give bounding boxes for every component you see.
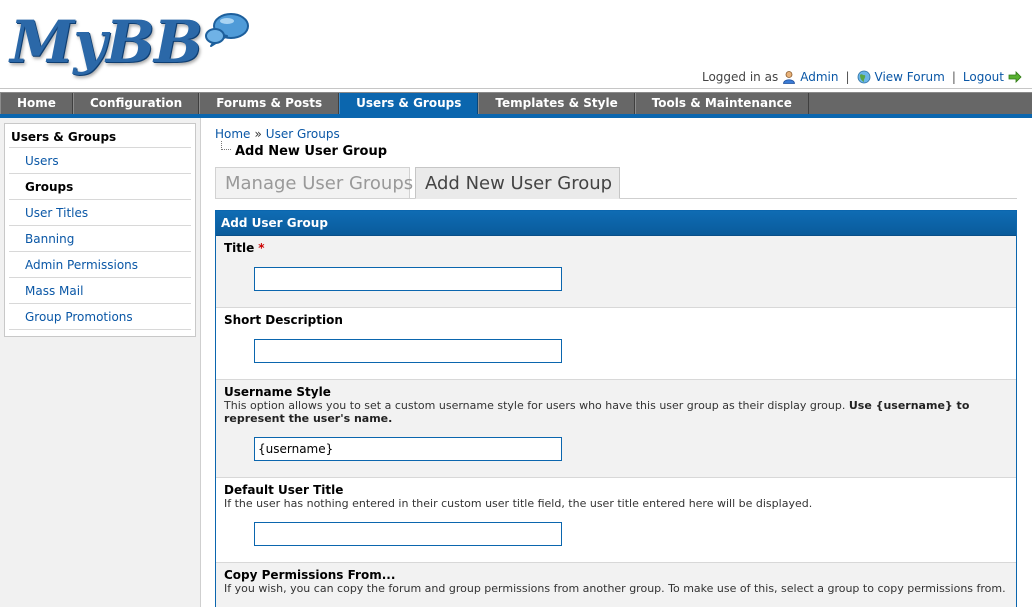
default-user-title-input[interactable] bbox=[254, 522, 562, 546]
admin-user-link[interactable]: Admin bbox=[800, 70, 838, 84]
title-input[interactable] bbox=[254, 267, 562, 291]
header-divider bbox=[0, 88, 1032, 89]
breadcrumb-home-link[interactable]: Home bbox=[215, 127, 250, 141]
sidebar-item-mass-mail[interactable]: Mass Mail bbox=[9, 278, 191, 304]
sidebar-item-admin-permissions[interactable]: Admin Permissions bbox=[9, 252, 191, 278]
form-row-copy-permissions: Copy Permissions From... If you wish, yo… bbox=[216, 563, 1016, 607]
main-content: Home » User Groups Add New User Group Mana… bbox=[215, 118, 1032, 607]
default-user-title-label: Default User Title bbox=[224, 483, 344, 497]
nav-tab-users-groups[interactable]: Users & Groups bbox=[339, 93, 479, 114]
sidebar-item-users[interactable]: Users bbox=[9, 148, 191, 174]
required-mark: * bbox=[258, 241, 265, 255]
logged-in-label: Logged in as bbox=[701, 70, 779, 84]
user-bar: Logged in as Admin | View Forum | Logout bbox=[702, 69, 1022, 85]
username-style-input[interactable] bbox=[254, 437, 562, 461]
separator: | bbox=[845, 70, 850, 84]
nav-tab-configuration[interactable]: Configuration bbox=[72, 93, 200, 114]
nav-tab-tools-maintenance[interactable]: Tools & Maintenance bbox=[634, 93, 809, 114]
sidebar: Users & Groups Users Groups User Titles … bbox=[0, 118, 201, 607]
form-row-short-description: Short Description bbox=[216, 308, 1016, 380]
short-description-input[interactable] bbox=[254, 339, 562, 363]
page-title-text: Add New User Group bbox=[235, 144, 388, 159]
user-icon bbox=[782, 70, 796, 84]
sidebar-item-group-promotions[interactable]: Group Promotions bbox=[9, 304, 191, 330]
sidebar-menu: Users & Groups Users Groups User Titles … bbox=[4, 123, 196, 337]
page-title: Add New User Group bbox=[221, 141, 387, 159]
globe-icon bbox=[857, 70, 871, 84]
default-user-title-description: If the user has nothing entered in their… bbox=[224, 497, 813, 510]
copy-permissions-label: Copy Permissions From... bbox=[224, 568, 396, 582]
sidebar-item-banning[interactable]: Banning bbox=[9, 226, 191, 252]
form-row-title: Title * bbox=[216, 236, 1016, 308]
nav-tab-home[interactable]: Home bbox=[0, 93, 73, 114]
title-label-text: Title bbox=[224, 241, 255, 255]
logo-text: MyBB bbox=[10, 8, 203, 76]
arrow-right-icon bbox=[1008, 70, 1022, 84]
title-label: Title * bbox=[224, 241, 1008, 255]
username-style-description: This option allows you to set a custom u… bbox=[224, 399, 1008, 425]
short-description-label: Short Description bbox=[224, 313, 343, 327]
form-row-default-user-title: Default User Title If the user has nothi… bbox=[216, 478, 1016, 563]
main-nav: Home Configuration Forums & Posts Users … bbox=[0, 92, 1032, 114]
separator: | bbox=[951, 70, 956, 84]
breadcrumb-user-groups-link[interactable]: User Groups bbox=[266, 127, 340, 141]
username-style-desc-text: This option allows you to set a custom u… bbox=[224, 399, 846, 412]
mybb-logo[interactable]: MyBB bbox=[8, 6, 249, 82]
username-style-label: Username Style bbox=[224, 385, 331, 399]
tab-add-new-user-group[interactable]: Add New User Group bbox=[415, 167, 620, 199]
view-forum-link[interactable]: View Forum bbox=[875, 70, 945, 84]
subtabs: Manage User Groups Add New User Group bbox=[215, 167, 1017, 199]
nav-tab-templates-style[interactable]: Templates & Style bbox=[478, 93, 635, 114]
sidebar-item-user-titles[interactable]: User Titles bbox=[9, 200, 191, 226]
tab-manage-user-groups[interactable]: Manage User Groups bbox=[215, 167, 413, 199]
breadcrumb: Home » User Groups bbox=[215, 127, 340, 141]
sidebar-item-groups[interactable]: Groups bbox=[9, 174, 191, 200]
header: MyBB Logged in as Admin | View Forum | L… bbox=[0, 0, 1032, 90]
tree-connector-icon bbox=[221, 141, 231, 150]
logout-link[interactable]: Logout bbox=[963, 70, 1004, 84]
copy-permissions-description: If you wish, you can copy the forum and … bbox=[224, 582, 1006, 595]
nav-tab-forums-posts[interactable]: Forums & Posts bbox=[199, 93, 340, 114]
sidebar-title: Users & Groups bbox=[9, 126, 191, 148]
form-row-username-style: Username Style This option allows you to… bbox=[216, 380, 1016, 478]
form-header: Add User Group bbox=[216, 211, 1016, 236]
speech-bubble-icon bbox=[205, 13, 249, 47]
add-user-group-form: Add User Group Title * Short Description … bbox=[215, 210, 1017, 607]
breadcrumb-separator: » bbox=[254, 127, 262, 141]
